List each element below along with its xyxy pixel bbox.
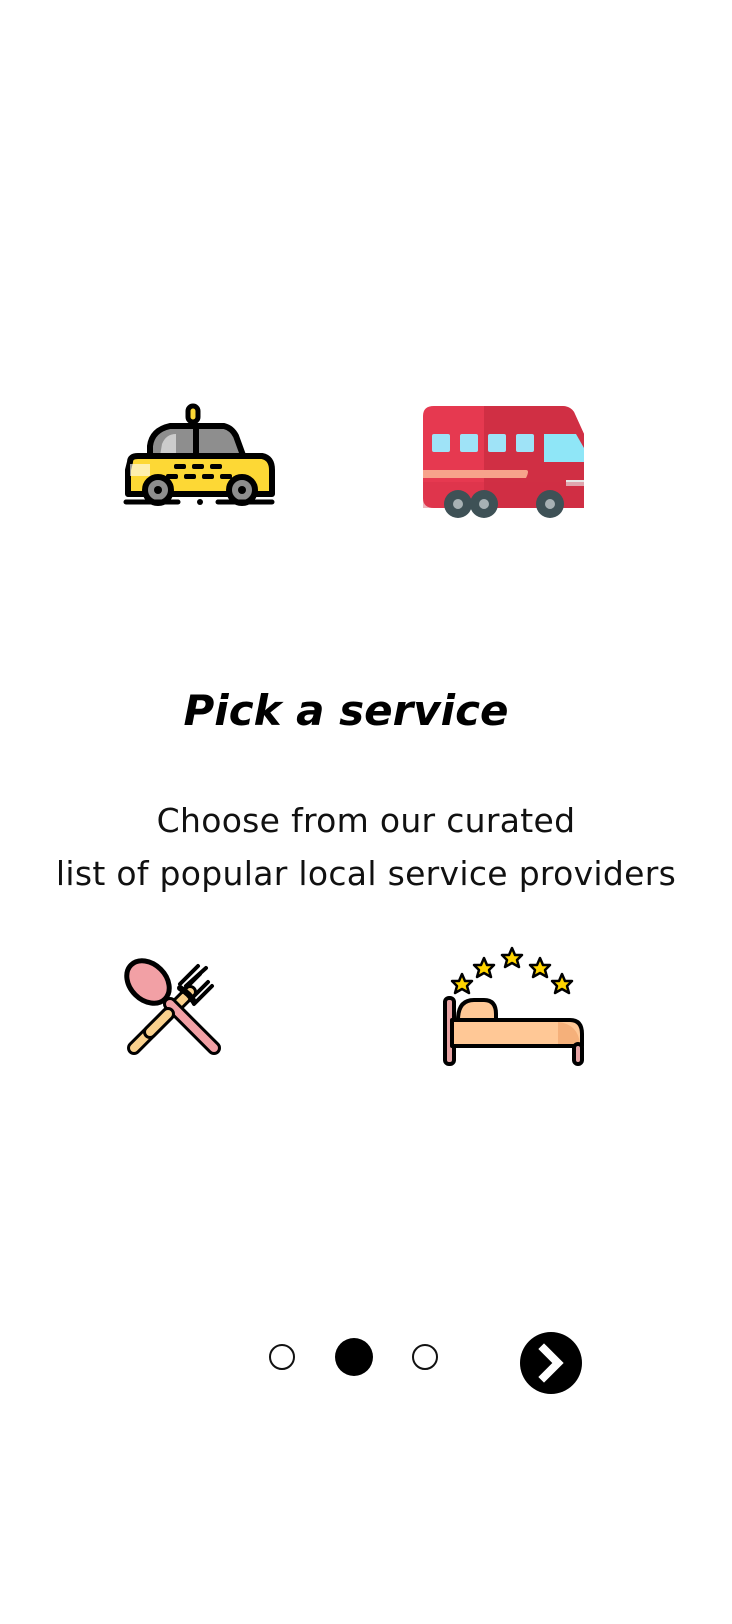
taxi-icon [123, 403, 275, 506]
chevron-right-icon [538, 1343, 564, 1383]
subtitle-line-1: Choose from our curated [156, 801, 576, 840]
page-indicator [0, 1332, 732, 1394]
fork-spoon-icon [124, 958, 221, 1055]
page-subtitle: Choose from our curated list of popular … [0, 794, 732, 900]
bus-icon [423, 406, 584, 518]
hotel-bed-icon [443, 946, 584, 1066]
page-title: Pick a service [183, 686, 509, 735]
page-dot-1[interactable] [269, 1344, 295, 1370]
subtitle-line-2: list of popular local service providers [55, 854, 677, 893]
next-button[interactable] [520, 1332, 582, 1394]
page-dot-3[interactable] [412, 1344, 438, 1370]
page-dot-2-active[interactable] [335, 1338, 373, 1376]
